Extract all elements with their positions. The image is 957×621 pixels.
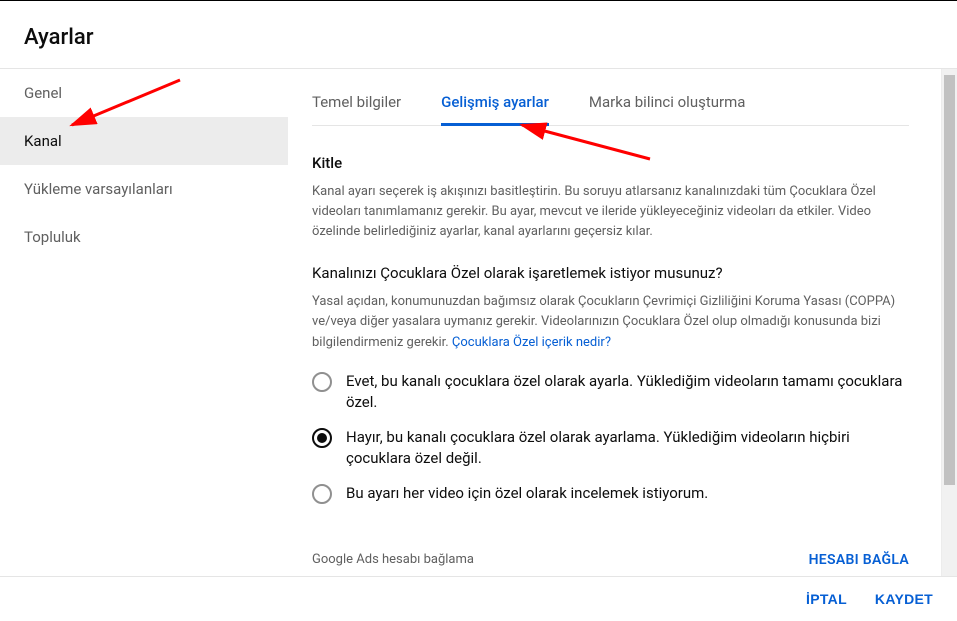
audience-section: Kitle Kanal ayarı seçerek iş akışınızı b… [312,126,909,577]
google-ads-row: Google Ads hesabı bağlama HESABI BAĞLA [312,532,909,568]
dialog-title: Ayarlar [24,25,933,50]
scrollbar-thumb[interactable] [944,75,955,485]
vertical-scrollbar[interactable] [941,69,957,577]
content-pane: Temel bilgiler Gelişmiş ayarlar Marka bi… [288,69,941,577]
radio-review-per-video[interactable]: Bu ayarı her video için özel olarak ince… [312,483,909,504]
radio-label: Evet, bu kanalı çocuklara özel olarak ay… [346,371,909,413]
radio-label: Hayır, bu kanalı çocuklara özel olarak a… [346,427,909,469]
dialog-body: Genel Kanal Yükleme varsayılanları Toplu… [0,69,957,577]
audience-radio-group: Evet, bu kanalı çocuklara özel olarak ay… [312,371,909,504]
settings-sidebar: Genel Kanal Yükleme varsayılanları Toplu… [0,69,288,577]
radio-icon [312,372,332,392]
settings-dialog: Ayarlar Genel Kanal Yükleme varsayılanla… [0,0,957,621]
audience-description: Kanal ayarı seçerek iş akışınızı basitle… [312,182,909,242]
save-button[interactable]: KAYDET [875,591,933,607]
radio-icon [312,428,332,448]
radio-label: Bu ayarı her video için özel olarak ince… [346,483,708,504]
audience-legal: Yasal açıdan, konumunuzdan bağımsız olar… [312,292,909,352]
channel-tabs: Temel bilgiler Gelişmiş ayarlar Marka bi… [312,69,909,126]
sidebar-item-upload-defaults[interactable]: Yükleme varsayılanları [0,165,288,213]
coppa-help-link[interactable]: Çocuklara Özel içerik nedir? [452,335,611,350]
radio-no-not-for-kids[interactable]: Hayır, bu kanalı çocuklara özel olarak a… [312,427,909,469]
google-ads-title: Google Ads hesabı bağlama [312,552,474,567]
tab-advanced-settings[interactable]: Gelişmiş ayarlar [441,79,549,125]
radio-icon [312,484,332,504]
sidebar-item-channel[interactable]: Kanal [0,117,288,165]
dialog-footer: İPTAL KAYDET [0,576,957,621]
link-account-button[interactable]: HESABI BAĞLA [809,552,909,568]
audience-heading: Kitle [312,154,909,172]
dialog-header: Ayarlar [0,1,957,68]
sidebar-item-general[interactable]: Genel [0,69,288,117]
audience-question: Kanalınızı Çocuklara Özel olarak işaretl… [312,264,909,282]
tab-branding[interactable]: Marka bilinci oluşturma [589,79,745,125]
tab-basic-info[interactable]: Temel bilgiler [312,79,401,125]
sidebar-item-community[interactable]: Topluluk [0,213,288,261]
cancel-button[interactable]: İPTAL [806,591,847,607]
radio-yes-for-kids[interactable]: Evet, bu kanalı çocuklara özel olarak ay… [312,371,909,413]
content-wrap: Temel bilgiler Gelişmiş ayarlar Marka bi… [288,69,957,577]
